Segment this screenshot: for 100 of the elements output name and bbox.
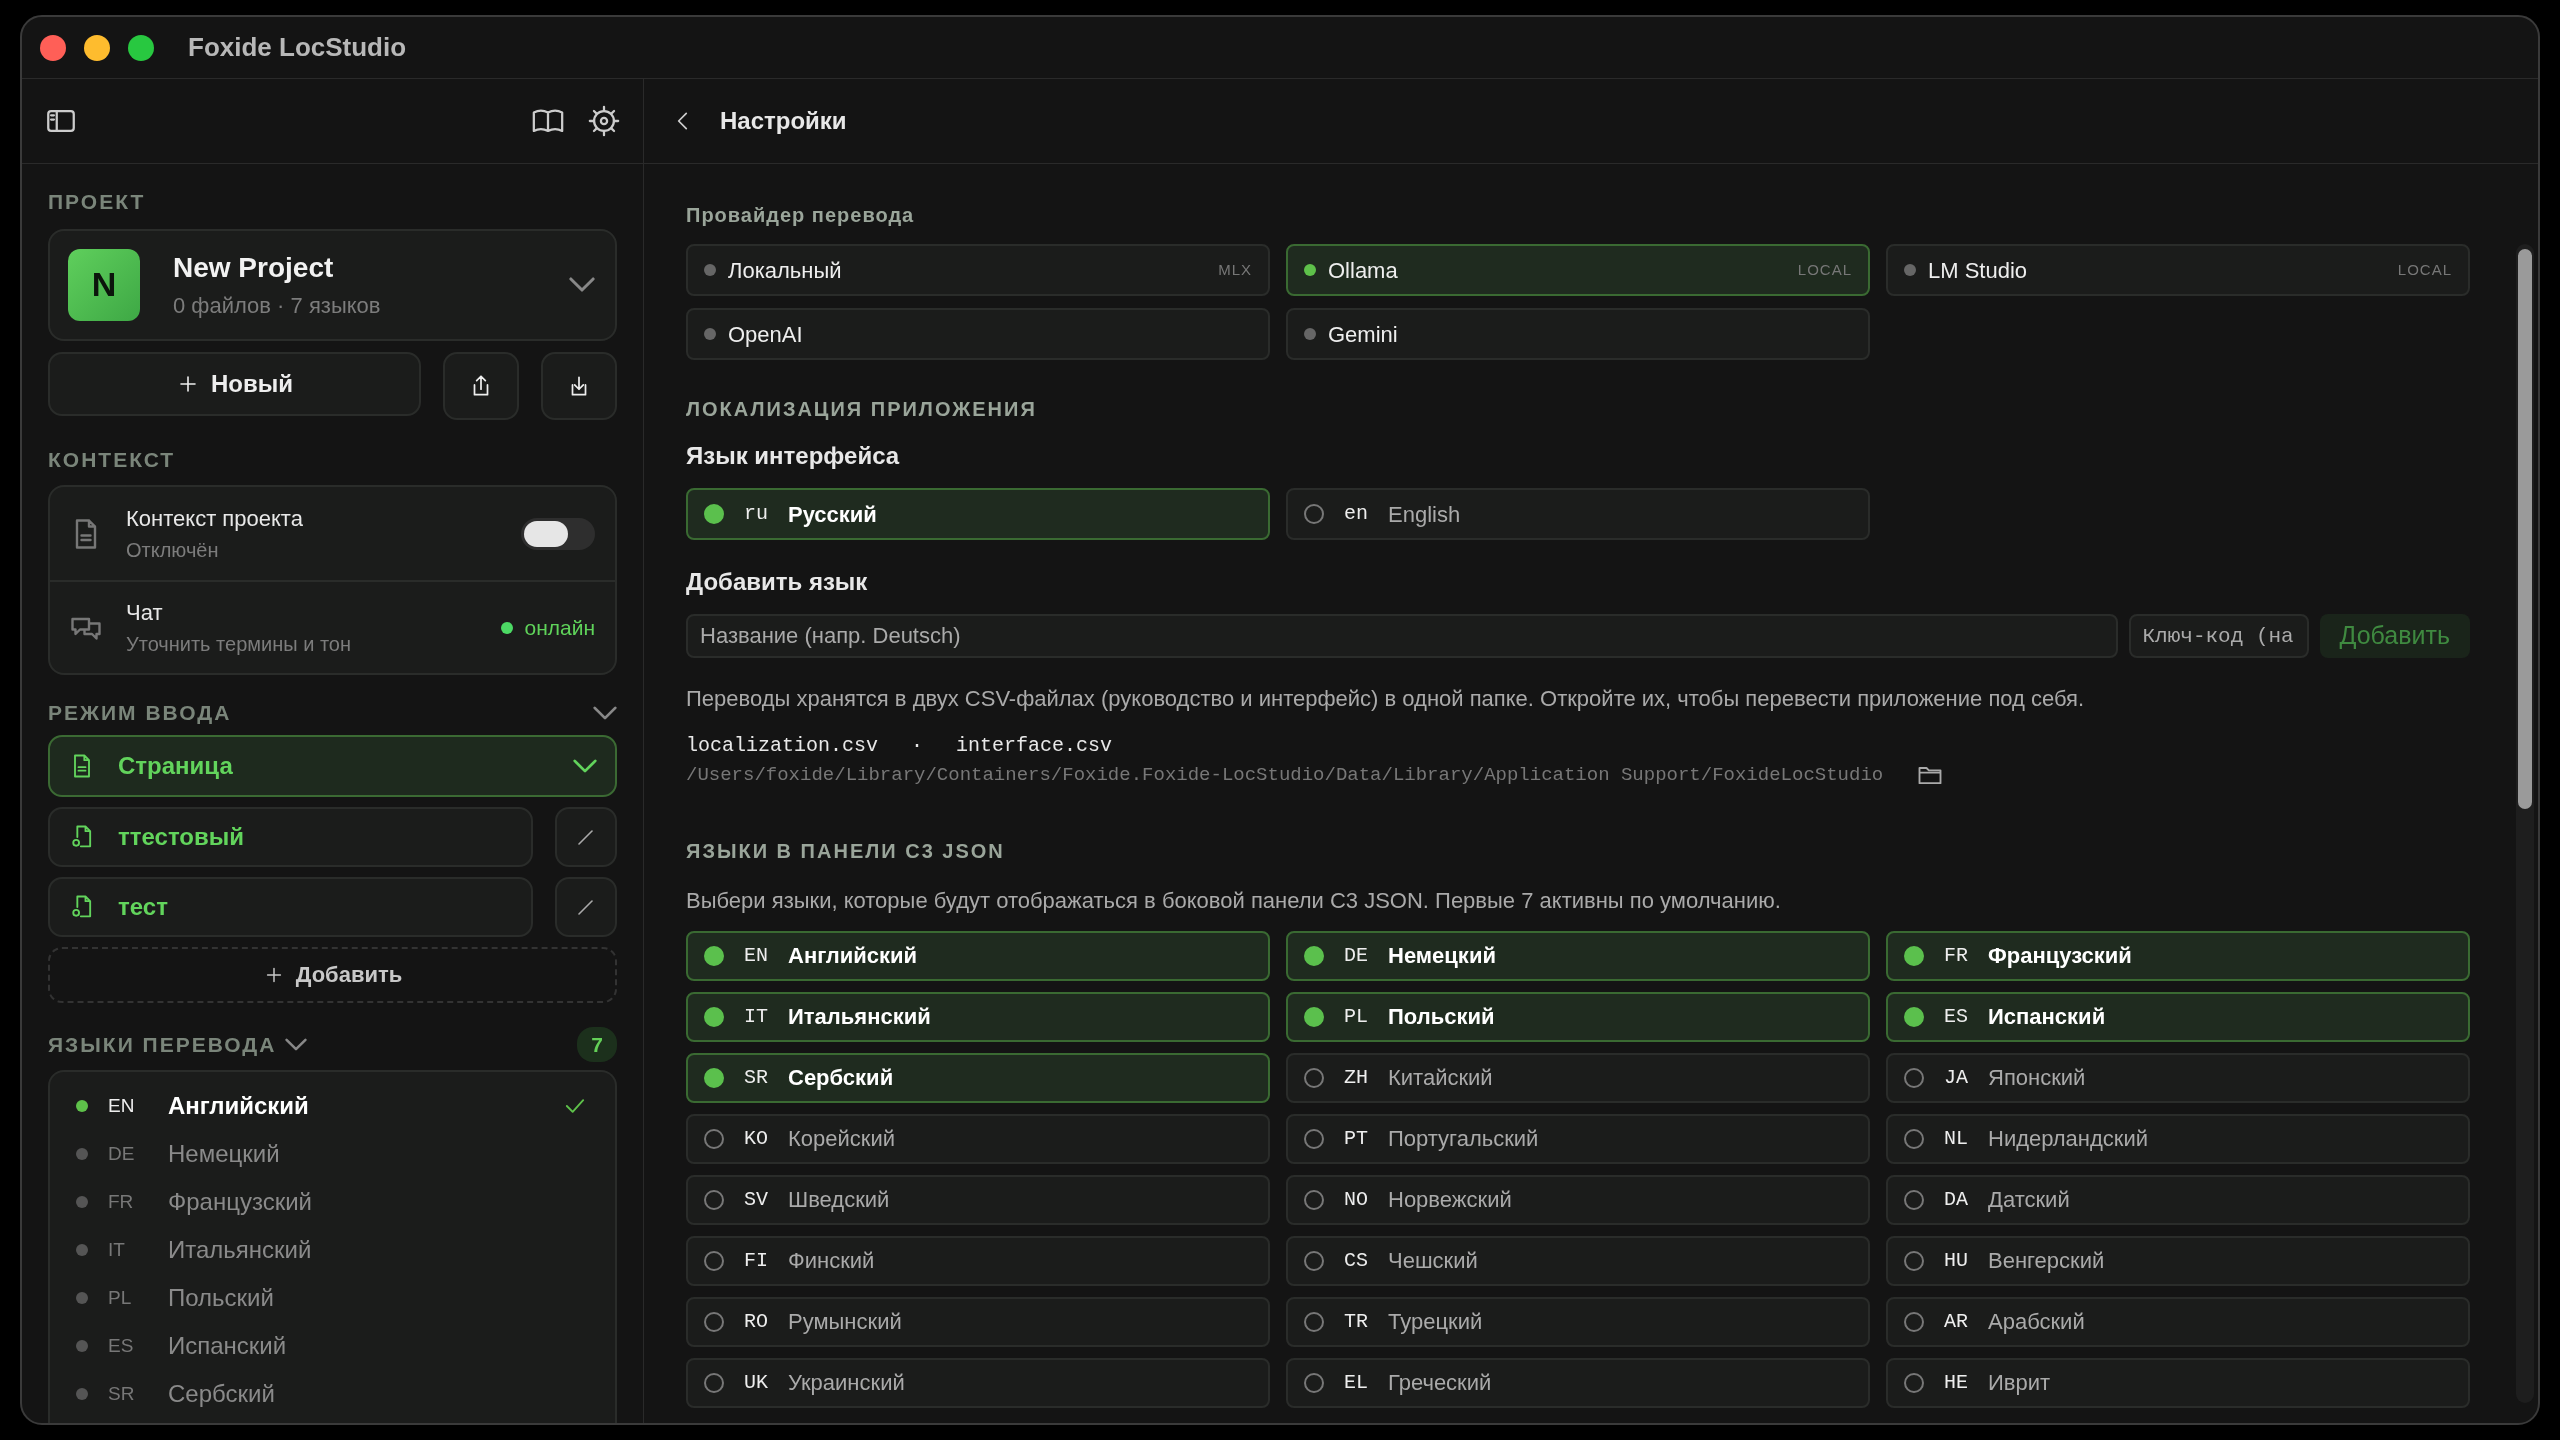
check-indicator	[704, 1128, 724, 1149]
language-option[interactable]: FI Финский	[686, 1235, 1270, 1286]
language-code: FI	[743, 1247, 769, 1274]
check-indicator	[1904, 1372, 1924, 1393]
language-option[interactable]: EN Английский	[686, 930, 1270, 981]
status-dot	[76, 1148, 88, 1160]
language-item[interactable]: FR Французский	[50, 1178, 615, 1226]
language-code: AR	[1943, 1308, 1969, 1335]
input-mode-item[interactable]: ттестовый	[48, 806, 533, 867]
import-button[interactable]	[541, 351, 617, 420]
check-indicator	[1904, 1311, 1924, 1332]
language-name: Датский	[1988, 1186, 2070, 1214]
language-option[interactable]: DA Датский	[1886, 1174, 2470, 1225]
language-name: Румынский	[788, 1308, 902, 1336]
language-code: HU	[1943, 1247, 1969, 1274]
language-name: English	[1388, 500, 1461, 529]
language-option[interactable]: HE Иврит	[1886, 1357, 2470, 1408]
provider-option[interactable]: Локальный MLX	[686, 244, 1270, 296]
context-subtitle: Уточнить термины и тон	[126, 632, 352, 657]
language-name: Английский	[168, 1091, 310, 1121]
language-option[interactable]: ES Испанский	[1886, 991, 2470, 1042]
info-text: Переводы хранятся в двух CSV-файлах (руководство и интерфейс) в одной папке. Откройте их, чтобы перевести приложение под себя.	[686, 685, 2086, 713]
language-name: Японский	[1988, 1064, 2086, 1092]
section-label: ЯЗЫКИ В ПАНЕЛИ C3 JSON	[686, 838, 1006, 864]
section-label: ПРОЕКТ	[48, 189, 147, 215]
input-mode-item[interactable]: тест	[48, 876, 533, 937]
status-dot	[1304, 328, 1316, 340]
section-label: ЯЗЫКИ ПЕРЕВОДА	[48, 1031, 277, 1058]
language-option[interactable]: PT Португальский	[1286, 1113, 1870, 1164]
provider-option[interactable]: Gemini	[1286, 308, 1870, 360]
language-item[interactable]: PL Польский	[50, 1274, 615, 1322]
language-item[interactable]: ES Испанский	[50, 1322, 615, 1370]
language-name: Норвежский	[1388, 1186, 1512, 1214]
provider-option[interactable]: LM Studio LOCAL	[1886, 244, 2470, 296]
close-button[interactable]	[40, 34, 66, 61]
language-name: Украинский	[788, 1369, 905, 1397]
toggle-switch[interactable]	[521, 517, 595, 550]
check-indicator	[1904, 1067, 1924, 1088]
language-option[interactable]: HU Венгерский	[1886, 1235, 2470, 1286]
language-name: Французский	[168, 1187, 313, 1217]
check-indicator	[704, 1189, 724, 1210]
language-code: EN	[108, 1093, 136, 1118]
language-name: Польский	[168, 1283, 275, 1313]
check-indicator	[1304, 1128, 1324, 1149]
check-indicator	[1304, 1189, 1324, 1210]
language-code: SR	[108, 1381, 136, 1406]
status-dot	[76, 1244, 88, 1256]
status-dot	[704, 328, 716, 340]
language-option[interactable]: PL Польский	[1286, 991, 1870, 1042]
new-project-button[interactable]: Новый	[48, 351, 421, 416]
chevron-down-icon[interactable]	[284, 1037, 307, 1051]
language-item[interactable]: DE Немецкий	[50, 1130, 615, 1178]
interface-language-option[interactable]: ru Русский	[686, 488, 1270, 540]
language-option[interactable]: RO Румынский	[686, 1296, 1270, 1347]
language-code: DE	[108, 1141, 136, 1166]
language-option[interactable]: JA Японский	[1886, 1052, 2470, 1103]
language-name: Сербский	[168, 1379, 276, 1409]
language-option[interactable]: TR Турецкий	[1286, 1296, 1870, 1347]
language-option[interactable]: AR Арабский	[1886, 1296, 2470, 1347]
context-title: Контекст проекта	[126, 505, 304, 533]
language-option[interactable]: CS Чешский	[1286, 1235, 1870, 1286]
language-option[interactable]: SR Сербский	[686, 1052, 1270, 1103]
scrollbar-thumb[interactable]	[2518, 249, 2532, 809]
check-indicator	[704, 945, 724, 966]
minimize-button[interactable]	[84, 34, 110, 61]
provider-option[interactable]: OpenAI	[686, 308, 1270, 360]
language-option[interactable]: SV Шведский	[686, 1174, 1270, 1225]
language-code: JA	[1943, 1064, 1969, 1091]
language-item[interactable]: SR Сербский	[50, 1370, 615, 1418]
provider-tag: LOCAL	[2397, 258, 2452, 282]
settings-icon[interactable]	[587, 104, 621, 138]
language-option[interactable]: IT Итальянский	[686, 991, 1270, 1042]
status-dot	[76, 1100, 88, 1112]
chevron-down-icon[interactable]	[593, 705, 617, 720]
check-indicator	[1304, 1250, 1324, 1271]
input-mode-item[interactable]: Страница	[48, 734, 617, 797]
check-indicator	[704, 1067, 724, 1088]
language-code: SR	[743, 1064, 769, 1091]
language-option[interactable]: EL Греческий	[1286, 1357, 1870, 1408]
project-card[interactable]: N New Project 0 файлов · 7 языков	[48, 228, 617, 341]
language-option[interactable]: UK Украинский	[686, 1357, 1270, 1408]
language-option[interactable]: NL Нидерландский	[1886, 1113, 2470, 1164]
language-option[interactable]: NO Норвежский	[1286, 1174, 1870, 1225]
language-option[interactable]: FR Французский	[1886, 930, 2470, 981]
zoom-button[interactable]	[128, 34, 154, 61]
interface-language-option[interactable]: en English	[1286, 488, 1870, 540]
language-option[interactable]: DE Немецкий	[1286, 930, 1870, 981]
provider-option[interactable]: Ollama LOCAL	[1286, 244, 1870, 296]
language-option[interactable]: KO Корейский	[686, 1113, 1270, 1164]
status-dot	[501, 621, 514, 634]
add-mode-button[interactable]: Добавить	[48, 946, 617, 1003]
language-item[interactable]: IT Итальянский	[50, 1226, 615, 1274]
project-name: New Project	[173, 251, 335, 285]
export-button[interactable]	[443, 351, 519, 420]
provider-tag: LOCAL	[1797, 258, 1852, 282]
language-item[interactable]: EN Английский	[50, 1082, 615, 1130]
check-indicator	[1904, 1250, 1924, 1271]
language-name: Венгерский	[1988, 1247, 2105, 1275]
check-indicator	[1304, 945, 1324, 966]
language-option[interactable]: ZH Китайский	[1286, 1052, 1870, 1103]
